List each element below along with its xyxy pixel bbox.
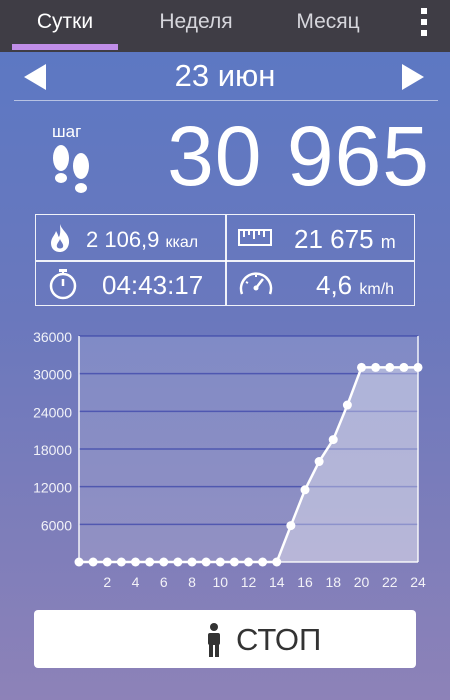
fire-icon: [51, 224, 70, 252]
chart-x-tick-label: 18: [325, 574, 341, 590]
chart-x-tick-label: 22: [382, 574, 398, 590]
steps-chart-svg: 600012000180002400030000360002 4 6 8 10 12 14 1…: [33, 329, 426, 590]
chart-data-point: [131, 557, 140, 567]
chart-data-point: [88, 557, 98, 567]
date-navigator: 23 июн: [0, 54, 450, 100]
chart-y-tick-label: 30000: [33, 367, 72, 383]
date-label: 23 июн: [174, 58, 276, 93]
previous-day-arrow-icon[interactable]: [24, 64, 46, 90]
chart-data-point: [102, 557, 112, 567]
chart-data-point: [229, 557, 239, 567]
calories-cell: 2 106,9 ккал: [36, 215, 225, 260]
chart-data-point: [215, 557, 225, 567]
chart-x-tick-label: 16: [297, 574, 313, 590]
chart-x-tick-label: 14: [269, 574, 285, 590]
chart-data-point: [201, 557, 211, 567]
calories-unit: ккал: [165, 234, 199, 251]
steps-count: 30 965: [167, 109, 430, 203]
duration-value: 04:43:17: [102, 270, 204, 300]
chart-x-tick-label: 10: [212, 574, 228, 590]
chart-data-point: [342, 400, 352, 410]
tab-indicator: [12, 44, 118, 50]
tab-week[interactable]: Неделя: [140, 0, 252, 52]
distance-unit: m: [380, 232, 396, 252]
chart-data-point: [357, 362, 366, 372]
chart-y-tick-label: 6000: [41, 517, 72, 533]
chart-data-point: [286, 521, 296, 531]
chart-x-tick-label: 24: [410, 574, 426, 590]
ruler-icon: [238, 229, 272, 246]
chart-data-point: [385, 362, 395, 372]
distance-value: 21 675: [294, 224, 374, 254]
chart-data-point: [74, 557, 84, 567]
speed-value: 4,6: [316, 270, 353, 300]
chart-y-tick-label: 18000: [33, 442, 72, 458]
more-vert-icon[interactable]: [412, 8, 436, 38]
tab-month[interactable]: Месяц: [282, 0, 374, 52]
chart-x-tick-label: 20: [354, 574, 370, 590]
chart-x-tick-label: 12: [241, 574, 257, 590]
chart-data-point: [413, 362, 423, 372]
chart-y-tick-label: 36000: [33, 329, 72, 345]
chart-data-point: [173, 557, 183, 567]
chart-data-point: [244, 557, 253, 567]
stopwatch-icon: [49, 269, 77, 300]
chart-data-point: [159, 557, 169, 567]
chart-x-tick-label: 8: [188, 574, 196, 590]
distance-cell: 21 675 m: [226, 215, 415, 260]
chart-data-point: [116, 557, 126, 567]
stop-button[interactable]: СТОП: [34, 610, 416, 668]
tab-bar: Сутки Неделя Месяц: [0, 0, 450, 52]
next-day-arrow-icon[interactable]: [402, 64, 424, 90]
footprints-icon: [53, 145, 89, 193]
chart-data-point: [399, 362, 409, 372]
steps-label: шаг: [52, 122, 82, 141]
chart-data-point: [187, 557, 197, 567]
chart-y-tick-label: 24000: [33, 404, 72, 420]
divider: [14, 100, 438, 101]
person-icon: [208, 623, 220, 657]
chart-data-point: [145, 557, 155, 567]
chart-x-tick-label: 4: [132, 574, 140, 590]
chart-data-point: [258, 557, 268, 567]
chart-x-tick-label: 6: [160, 574, 168, 590]
steps-chart: 6000 12000 18000 24000 30000 36000 2 4 6 8 10 12 14 1…: [0, 322, 450, 592]
speed-cell: 4,6 km/h: [226, 261, 415, 306]
chart-data-point: [300, 485, 310, 495]
chart-y-tick-label: 12000: [33, 480, 72, 496]
chart-data-point: [314, 457, 324, 467]
speedometer-icon: [239, 272, 273, 295]
chart-data-point: [272, 557, 282, 567]
chart-data-point: [371, 362, 381, 372]
duration-cell: 04:43:17: [36, 261, 225, 306]
chart-x-tick-label: 2: [103, 574, 111, 590]
speed-unit: km/h: [359, 281, 395, 298]
chart-data-point: [328, 435, 338, 445]
stop-button-label: СТОП: [236, 622, 322, 657]
calories-value: 2 106,9: [86, 227, 160, 252]
stats-grid: 2 106,9 ккал 21 675 m 04:43:17 4,6 km/h: [35, 214, 415, 306]
